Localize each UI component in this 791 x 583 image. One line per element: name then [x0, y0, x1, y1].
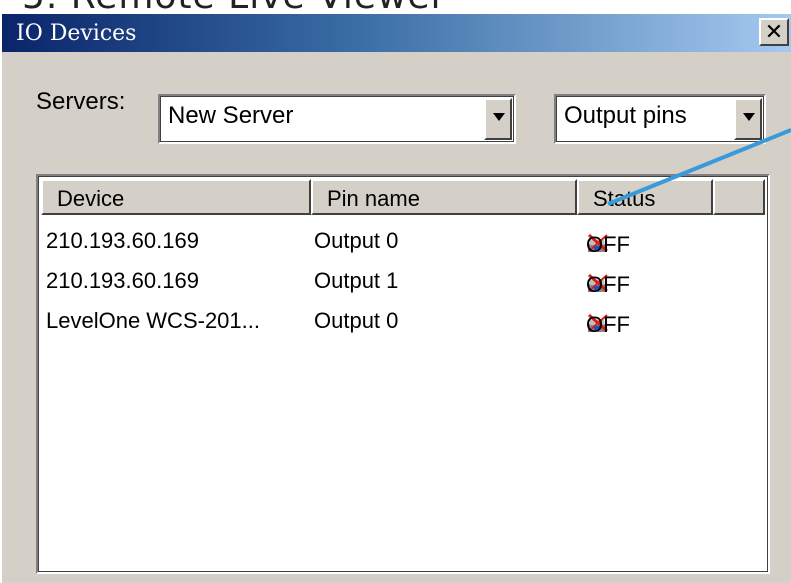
- pin-name-cell: Output 1: [314, 268, 399, 293]
- device-cell: 210.193.60.169: [46, 228, 199, 253]
- chevron-down-icon[interactable]: [484, 98, 512, 140]
- io-devices-dialog: IO Devices ✕ Servers: New Server Output …: [0, 14, 791, 583]
- pin-type-dropdown[interactable]: Output pins: [554, 94, 766, 144]
- status-text: OFF: [586, 312, 630, 337]
- list-header: Device Pin name Status: [41, 179, 765, 215]
- column-header-status[interactable]: Status: [577, 179, 713, 215]
- servers-selected-value: New Server: [168, 102, 294, 129]
- device-cell: 210.193.60.169: [46, 268, 199, 293]
- table-row[interactable]: 210.193.60.169 Output 0 OFF: [46, 224, 760, 264]
- servers-dropdown[interactable]: New Server: [158, 94, 516, 144]
- device-cell: LevelOne WCS-201...: [46, 308, 260, 333]
- status-text: OFF: [586, 232, 630, 257]
- servers-label: Servers:: [36, 88, 126, 115]
- column-header-device[interactable]: Device: [41, 179, 311, 215]
- pin-name-cell: Output 0: [314, 308, 399, 333]
- column-header-empty[interactable]: [713, 179, 765, 215]
- window-title: IO Devices: [16, 21, 137, 46]
- close-button[interactable]: ✕: [759, 18, 789, 46]
- pin-type-selected-value: Output pins: [564, 102, 687, 129]
- io-device-list[interactable]: Device Pin name Status 210.193.60.169 Ou…: [36, 174, 770, 574]
- list-rows: 210.193.60.169 Output 0 OFF 210.193.60.1…: [46, 224, 760, 344]
- table-row[interactable]: 210.193.60.169 Output 1 OFF: [46, 264, 760, 304]
- close-icon: ✕: [764, 19, 784, 45]
- title-bar[interactable]: IO Devices ✕: [2, 14, 791, 52]
- column-header-pin-name[interactable]: Pin name: [311, 179, 577, 215]
- chevron-down-icon[interactable]: [734, 98, 762, 140]
- status-text: OFF: [586, 272, 630, 297]
- pin-name-cell: Output 0: [314, 228, 399, 253]
- table-row[interactable]: LevelOne WCS-201... Output 0 OFF: [46, 304, 760, 344]
